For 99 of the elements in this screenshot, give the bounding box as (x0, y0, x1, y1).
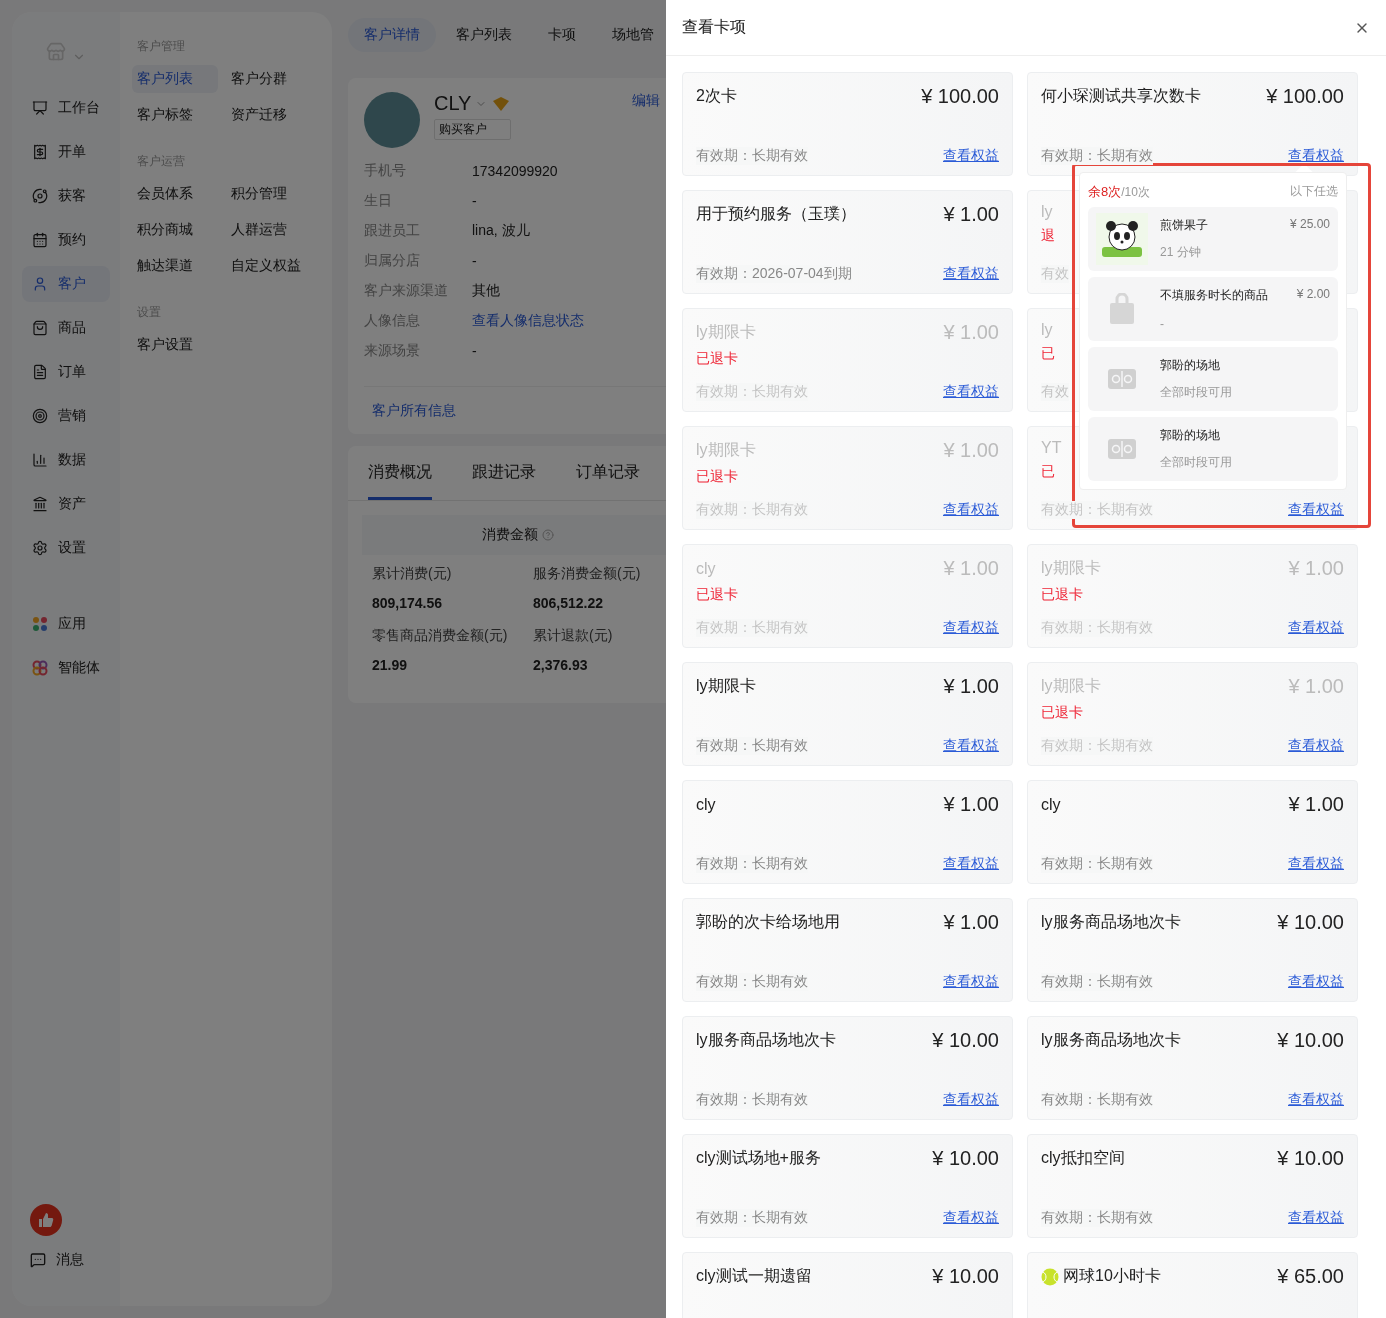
card-price: ¥ 1.00 (943, 557, 999, 580)
refund-status: 已退卡 (1041, 704, 1083, 722)
benefit-detail: 21 分钟 (1160, 244, 1202, 261)
card-price: ¥ 10.00 (1277, 911, 1344, 934)
refund-status: 已退卡 (696, 350, 738, 368)
card-validity: 有效期：长期有效 (696, 737, 808, 755)
card-price: ¥ 1.00 (1288, 557, 1344, 580)
card-name: ly期限卡 (696, 322, 756, 342)
card-validity: 有效期：长期有效 (696, 147, 808, 165)
card-name: cly (1041, 795, 1061, 814)
card-name: ly (1041, 203, 1053, 221)
card-validity: 有效期：2026-07-04到期 (696, 265, 852, 283)
remaining-count: 余8次 (1088, 184, 1122, 199)
stat-value: 2,376.93 (533, 657, 589, 673)
card-price: ¥ 100.00 (921, 85, 999, 108)
card-name: cly抵扣空间 (1041, 1148, 1125, 1168)
card-price: ¥ 100.00 (1266, 85, 1344, 108)
refund-status: 已 (1041, 463, 1055, 481)
card-name: ly期限卡 (1041, 676, 1101, 696)
card-price: ¥ 10.00 (1277, 1029, 1344, 1052)
card-price: ¥ 65.00 (1277, 1265, 1344, 1288)
customer-tag: 购买客户 (434, 119, 512, 140)
field-value: 17342099920 (472, 163, 558, 179)
benefit-price: ¥ 2.00 (1296, 287, 1330, 303)
card-validity: 有效期：长期有效 (696, 855, 808, 873)
card-validity: 有效期：长期有效 (1041, 1091, 1153, 1109)
card-validity: 有效期：长期有效 (1041, 147, 1153, 165)
field-label: 手机号 (364, 162, 407, 180)
field-label: 客户来源渠道 (364, 282, 449, 300)
field-value: - (472, 253, 477, 269)
field-value: 其他 (472, 282, 500, 300)
card-name: ly服务商品场地次卡 (696, 1030, 836, 1050)
field-label: 人像信息 (364, 312, 421, 330)
card-price: ¥ 1.00 (1288, 793, 1344, 816)
drawer-title: 查看卡项 (682, 17, 746, 37)
card-validity: 有效期：长期有效 (1041, 855, 1153, 873)
summary-title: 消费金额 (482, 526, 538, 544)
field-value: lina, 波儿 (472, 222, 530, 240)
card-name: 2次卡 (696, 86, 737, 106)
card-validity: 有效期：长期有效 (696, 1091, 808, 1109)
card-price: ¥ 1.00 (943, 911, 999, 934)
benefit-name: 不填服务时长的商品 (1160, 287, 1268, 304)
benefit-detail: 全部时段可用 (1160, 454, 1233, 471)
card-name: ly (1041, 321, 1053, 339)
field-value: - (472, 343, 477, 359)
card-name: 何小琛测试共享次数卡 (1041, 86, 1201, 106)
card-validity: 有效期：长期有效 (1041, 1209, 1153, 1227)
stat-label: 零售商品消费金额(元) (372, 627, 509, 645)
benefit-detail: 全部时段可用 (1160, 384, 1233, 401)
card-name: cly (696, 795, 716, 814)
card-price: ¥ 1.00 (1288, 675, 1344, 698)
card-name: ly期限卡 (696, 676, 756, 696)
card-price: ¥ 1.00 (943, 203, 999, 226)
stat-label: 服务消费金额(元) (533, 565, 642, 583)
field-label: 归属分店 (364, 252, 421, 270)
card-name: ly期限卡 (696, 440, 756, 460)
card-name: 网球10小时卡 (1041, 1266, 1161, 1287)
card-name: cly测试一期遗留 (696, 1266, 812, 1286)
card-price: ¥ 1.00 (943, 675, 999, 698)
refund-status: 已退卡 (696, 586, 738, 604)
stat-value: 21.99 (372, 657, 409, 673)
card-price: ¥ 1.00 (943, 793, 999, 816)
card-validity: 有效期：长期有效 (696, 973, 808, 991)
card-name: cly (696, 559, 716, 578)
card-price: ¥ 10.00 (932, 1029, 999, 1052)
field-label: 生日 (364, 192, 393, 210)
card-validity: 有效期：长期有效 (696, 1209, 808, 1227)
benefit-detail: - (1160, 317, 1165, 331)
card-price: ¥ 10.00 (932, 1265, 999, 1288)
card-name: ly期限卡 (1041, 558, 1101, 578)
refund-status: 已 (1041, 345, 1055, 363)
total-count: /10次 (1121, 185, 1150, 199)
card-name: YT (1041, 439, 1062, 457)
stat-label: 累计消费(元) (372, 565, 453, 583)
refund-status: 退 (1041, 227, 1055, 245)
field-label: 跟进员工 (364, 222, 421, 240)
benefit-name: 郭盼的场地 (1160, 427, 1220, 444)
card-price: ¥ 1.00 (943, 321, 999, 344)
card-name: 郭盼的次卡给场地用 (696, 912, 840, 932)
card-name: cly测试场地+服务 (696, 1148, 821, 1168)
card-name: ly服务商品场地次卡 (1041, 912, 1181, 932)
customer-name: CLY (434, 92, 472, 115)
stat-value: 806,512.22 (533, 595, 605, 611)
card-name: ly服务商品场地次卡 (1041, 1030, 1181, 1050)
card-price: ¥ 10.00 (1277, 1147, 1344, 1170)
card-validity: 有效期：长期有效 (1041, 973, 1153, 991)
benefit-price: ¥ 25.00 (1289, 217, 1330, 233)
benefit-name: 郭盼的场地 (1160, 357, 1220, 374)
refund-status: 已退卡 (1041, 586, 1083, 604)
field-value: - (472, 193, 477, 209)
card-price: ¥ 10.00 (932, 1147, 999, 1170)
choice-hint: 以下任选 (1290, 183, 1338, 200)
stat-label: 累计退款(元) (533, 627, 614, 645)
field-label: 来源场景 (364, 342, 421, 360)
card-price: ¥ 1.00 (943, 439, 999, 462)
card-name: 用于预约服务（玉璞） (696, 204, 856, 224)
refund-status: 已退卡 (696, 468, 738, 486)
stat-value: 809,174.56 (372, 595, 444, 611)
benefit-name: 煎饼果子 (1160, 217, 1208, 234)
